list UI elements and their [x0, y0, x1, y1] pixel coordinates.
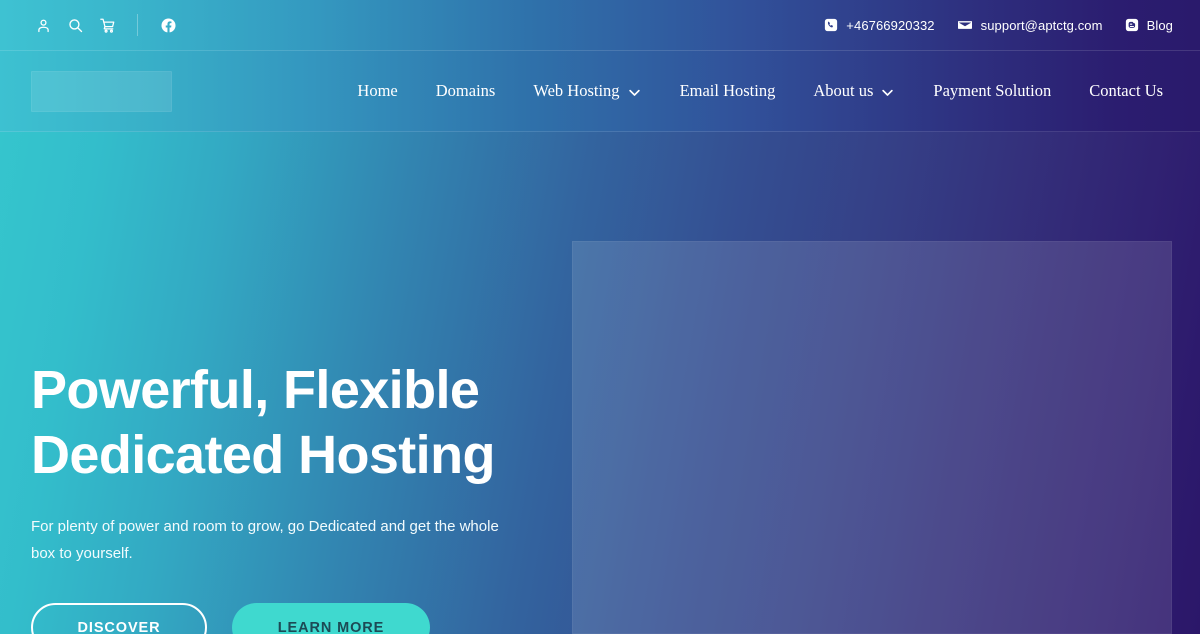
landing-page: +46766920332 support@aptctg.com Blog Hom…: [0, 0, 1200, 634]
nav-label: About us: [813, 81, 874, 100]
envelope-icon: [957, 17, 973, 33]
site-logo[interactable]: [31, 70, 172, 112]
topbar-divider: [137, 14, 138, 36]
nav-item-domains[interactable]: Domains: [417, 71, 515, 111]
nav-label: Payment Solution: [933, 81, 1052, 100]
learn-more-button[interactable]: LEARN MORE: [232, 603, 430, 634]
nav-label: Home: [357, 81, 398, 100]
nav-item-web-hosting[interactable]: Web Hosting: [514, 71, 660, 111]
hero-content: Powerful, Flexible Dedicated Hosting For…: [31, 358, 551, 634]
nav-label: Domains: [435, 81, 496, 100]
nav-item-email-hosting[interactable]: Email Hosting: [661, 71, 795, 111]
nav-item-home[interactable]: Home: [338, 71, 416, 111]
email-address: support@aptctg.com: [980, 17, 1103, 33]
hero-heading-line-2: Dedicated Hosting: [31, 425, 495, 485]
cart-icon[interactable]: [91, 12, 123, 38]
facebook-icon[interactable]: [152, 12, 184, 38]
blog-label: Blog: [1146, 17, 1173, 33]
account-icon[interactable]: [27, 12, 59, 38]
nav-label: Contact Us: [1089, 81, 1163, 100]
hero-image: [572, 241, 1172, 634]
hero-subtitle: For plenty of power and room to grow, go…: [31, 518, 499, 562]
nav-item-payment-solution[interactable]: Payment Solution: [914, 71, 1070, 111]
phone-icon: [824, 18, 838, 32]
hero-section: Powerful, Flexible Dedicated Hosting For…: [0, 132, 1200, 634]
phone-contact[interactable]: +46766920332: [824, 17, 935, 33]
search-icon[interactable]: [59, 12, 91, 38]
email-contact[interactable]: support@aptctg.com: [957, 17, 1103, 33]
top-utility-bar: +46766920332 support@aptctg.com Blog: [0, 0, 1200, 51]
nav-label: Web Hosting: [533, 81, 620, 100]
hero-heading-line-1: Powerful, Flexible: [31, 360, 480, 420]
main-navigation: Home Domains Web Hosting Email Hosting A…: [338, 71, 1200, 111]
nav-item-contact-us[interactable]: Contact Us: [1070, 71, 1182, 111]
site-header: Home Domains Web Hosting Email Hosting A…: [0, 51, 1200, 132]
blog-link[interactable]: Blog: [1125, 18, 1173, 33]
nav-item-about-us[interactable]: About us: [794, 71, 914, 111]
hero-cta-group: DISCOVER LEARN MORE: [31, 603, 551, 634]
phone-number: +46766920332: [846, 17, 935, 33]
hero-heading: Powerful, Flexible Dedicated Hosting: [31, 358, 551, 488]
nav-label: Email Hosting: [679, 81, 776, 100]
discover-button[interactable]: DISCOVER: [31, 603, 207, 634]
chevron-down-icon: [880, 85, 895, 100]
blogger-icon: [1125, 18, 1139, 32]
chevron-down-icon: [627, 85, 642, 100]
topbar-contact-group: +46766920332 support@aptctg.com Blog: [824, 17, 1200, 33]
topbar-left-group: [0, 12, 184, 38]
